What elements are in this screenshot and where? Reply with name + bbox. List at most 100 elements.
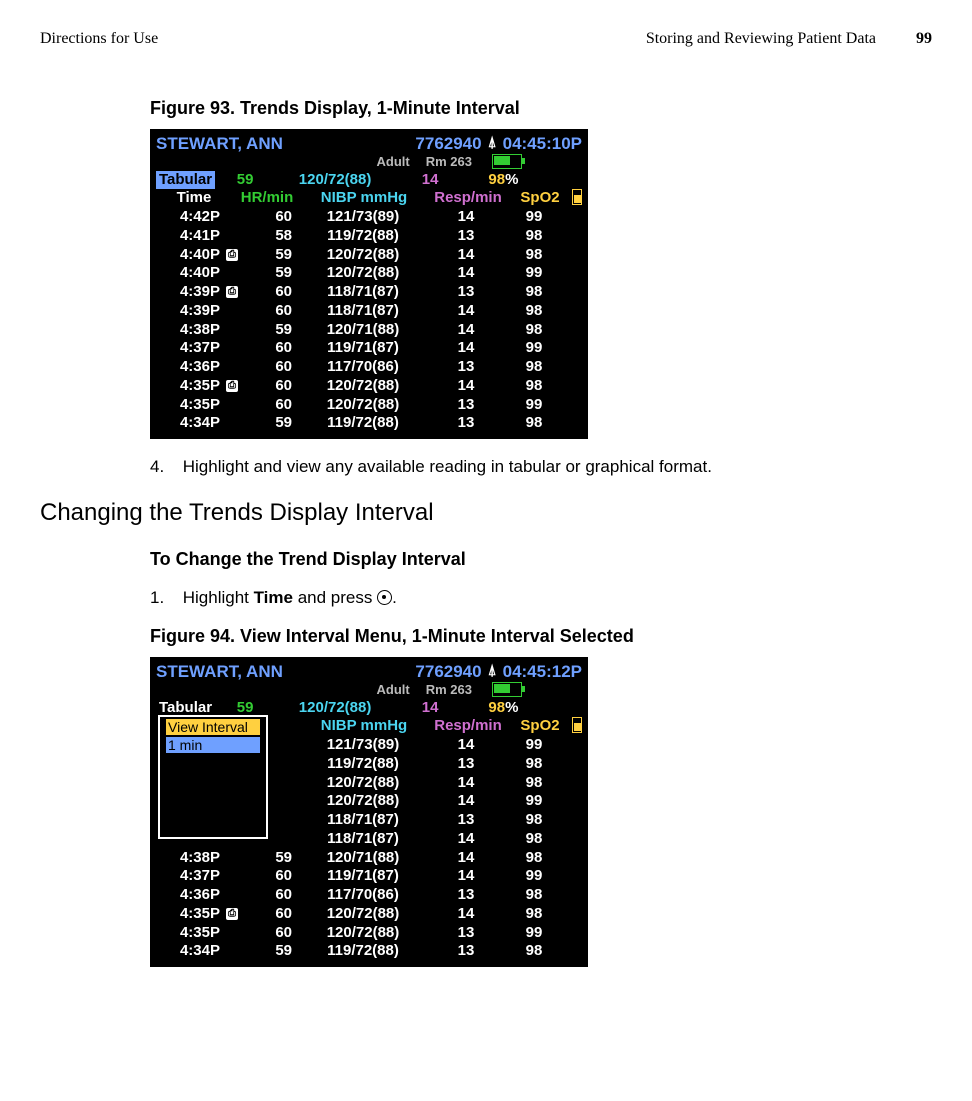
cell-nibp: 120/72(88) (298, 396, 428, 415)
antenna-icon: ⍋ (488, 134, 497, 153)
cell-spo2: 99 (504, 208, 564, 227)
cell-resp: 13 (428, 886, 504, 905)
table-row: 4:37P60119/71(87)1499 (156, 339, 582, 358)
cell-hr: 58 (242, 227, 298, 246)
col-resp: Resp/min (426, 717, 510, 736)
cell-resp: 13 (428, 414, 504, 433)
snapshot-marker-icon (222, 886, 242, 905)
cell-hr: 60 (242, 886, 298, 905)
cell-hr: 60 (242, 396, 298, 415)
cell-spo2: 98 (504, 905, 564, 924)
interval-option[interactable]: 10 min (166, 769, 260, 785)
interval-option[interactable]: 60 min (166, 817, 260, 833)
cell-time: 4:38P (156, 849, 222, 868)
cell-resp: 13 (428, 811, 504, 830)
patient-id: 7762940 (415, 133, 481, 154)
tabular-tab[interactable]: Tabular (156, 171, 215, 190)
snapshot-marker-icon (222, 264, 242, 283)
cell-spo2: 98 (504, 849, 564, 868)
spo2-bar-icon (572, 717, 582, 733)
col-time[interactable]: Time (156, 189, 232, 208)
cell-resp: 13 (428, 942, 504, 961)
cell-nibp: 118/71(87) (298, 302, 428, 321)
patient-id: 7762940 (415, 661, 481, 682)
cell-nibp: 121/73(89) (298, 208, 428, 227)
cell-hr: 59 (242, 849, 298, 868)
cell-resp: 14 (428, 905, 504, 924)
cell-nibp: 118/71(87) (298, 811, 428, 830)
cell-nibp: 119/71(87) (298, 867, 428, 886)
cell-spo2: 99 (504, 736, 564, 755)
figure-93-device: STEWART, ANN7762940⍋04:45:10PAdultRm 263… (150, 129, 588, 439)
subheading: To Change the Trend Display Interval (150, 549, 932, 570)
cell-resp: 13 (428, 396, 504, 415)
cell-resp: 14 (428, 264, 504, 283)
figure-94-caption: Figure 94. View Interval Menu, 1-Minute … (150, 626, 932, 647)
snapshot-marker-icon (222, 942, 242, 961)
cell-resp: 14 (428, 774, 504, 793)
cell-nibp: 119/72(88) (298, 755, 428, 774)
cell-hr: 59 (242, 246, 298, 265)
header-section: Storing and Reviewing Patient Data (646, 30, 876, 48)
cell-spo2: 98 (504, 942, 564, 961)
cell-time: 4:38P (156, 321, 222, 340)
col-nibp: NIBP mmHg (302, 189, 426, 208)
cell-hr: 59 (242, 942, 298, 961)
cell-spo2: 98 (504, 321, 564, 340)
clock: 04:45:10P (503, 133, 582, 154)
interval-option[interactable]: 15 min (166, 785, 260, 801)
cell-resp: 13 (428, 755, 504, 774)
cell-time: 4:42P (156, 208, 222, 227)
table-row: 4:40P⎙59120/72(88)1498 (156, 246, 582, 265)
room: Rm 263 (426, 682, 472, 698)
cell-nibp: 119/71(87) (298, 339, 428, 358)
cell-nibp: 120/72(88) (298, 924, 428, 943)
step-1-bold: Time (254, 588, 293, 607)
cell-time: 4:35P (156, 377, 222, 396)
cell-hr: 60 (242, 377, 298, 396)
snapshot-marker-icon (222, 396, 242, 415)
step-4: 4. Highlight and view any available read… (150, 457, 932, 477)
room: Rm 263 (426, 154, 472, 170)
cell-nibp: 118/71(87) (298, 830, 428, 849)
table-row: 4:38P59120/71(88)1498 (156, 321, 582, 340)
cell-nibp: 120/71(88) (298, 321, 428, 340)
cell-spo2: 98 (504, 283, 564, 302)
cell-spo2: 99 (504, 924, 564, 943)
cell-spo2: 98 (504, 755, 564, 774)
snapshot-marker-icon: ⎙ (222, 905, 242, 924)
cell-time: 4:39P (156, 283, 222, 302)
col-spo2: SpO2 (510, 717, 570, 736)
cell-nibp: 120/72(88) (298, 905, 428, 924)
page-number: 99 (916, 30, 932, 48)
step-4-num: 4. (150, 457, 178, 477)
cell-hr: 59 (242, 414, 298, 433)
interval-option[interactable]: 5 min (166, 753, 260, 769)
cell-nibp: 121/73(89) (298, 736, 428, 755)
cell-resp: 14 (428, 377, 504, 396)
cell-nibp: 120/72(88) (298, 774, 428, 793)
live-hr: 59 (215, 171, 275, 190)
table-row: 4:39P60118/71(87)1498 (156, 302, 582, 321)
cell-time: 4:40P (156, 246, 222, 265)
table-row: 4:35P60120/72(88)1399 (156, 924, 582, 943)
cell-resp: 14 (428, 246, 504, 265)
figure-93-caption: Figure 93. Trends Display, 1-Minute Inte… (150, 98, 932, 119)
snapshot-marker-icon (222, 302, 242, 321)
cell-time: 4:37P (156, 867, 222, 886)
antenna-icon: ⍋ (488, 662, 497, 681)
cell-time: 4:35P (156, 396, 222, 415)
cell-spo2: 99 (504, 396, 564, 415)
cell-spo2: 98 (504, 774, 564, 793)
interval-option[interactable]: 30 min (166, 801, 260, 817)
view-interval-menu[interactable]: View Interval1 min5 min10 min15 min30 mi… (158, 715, 268, 839)
cell-hr: 60 (242, 867, 298, 886)
interval-option[interactable]: 1 min (166, 737, 260, 753)
snapshot-marker-icon (222, 208, 242, 227)
percent-label: % (505, 171, 518, 190)
live-nibp: 120/72(88) (275, 171, 395, 190)
cell-time: 4:41P (156, 227, 222, 246)
cell-time: 4:36P (156, 358, 222, 377)
table-row: 4:36P60117/70(86)1398 (156, 358, 582, 377)
section-heading: Changing the Trends Display Interval (40, 499, 932, 527)
